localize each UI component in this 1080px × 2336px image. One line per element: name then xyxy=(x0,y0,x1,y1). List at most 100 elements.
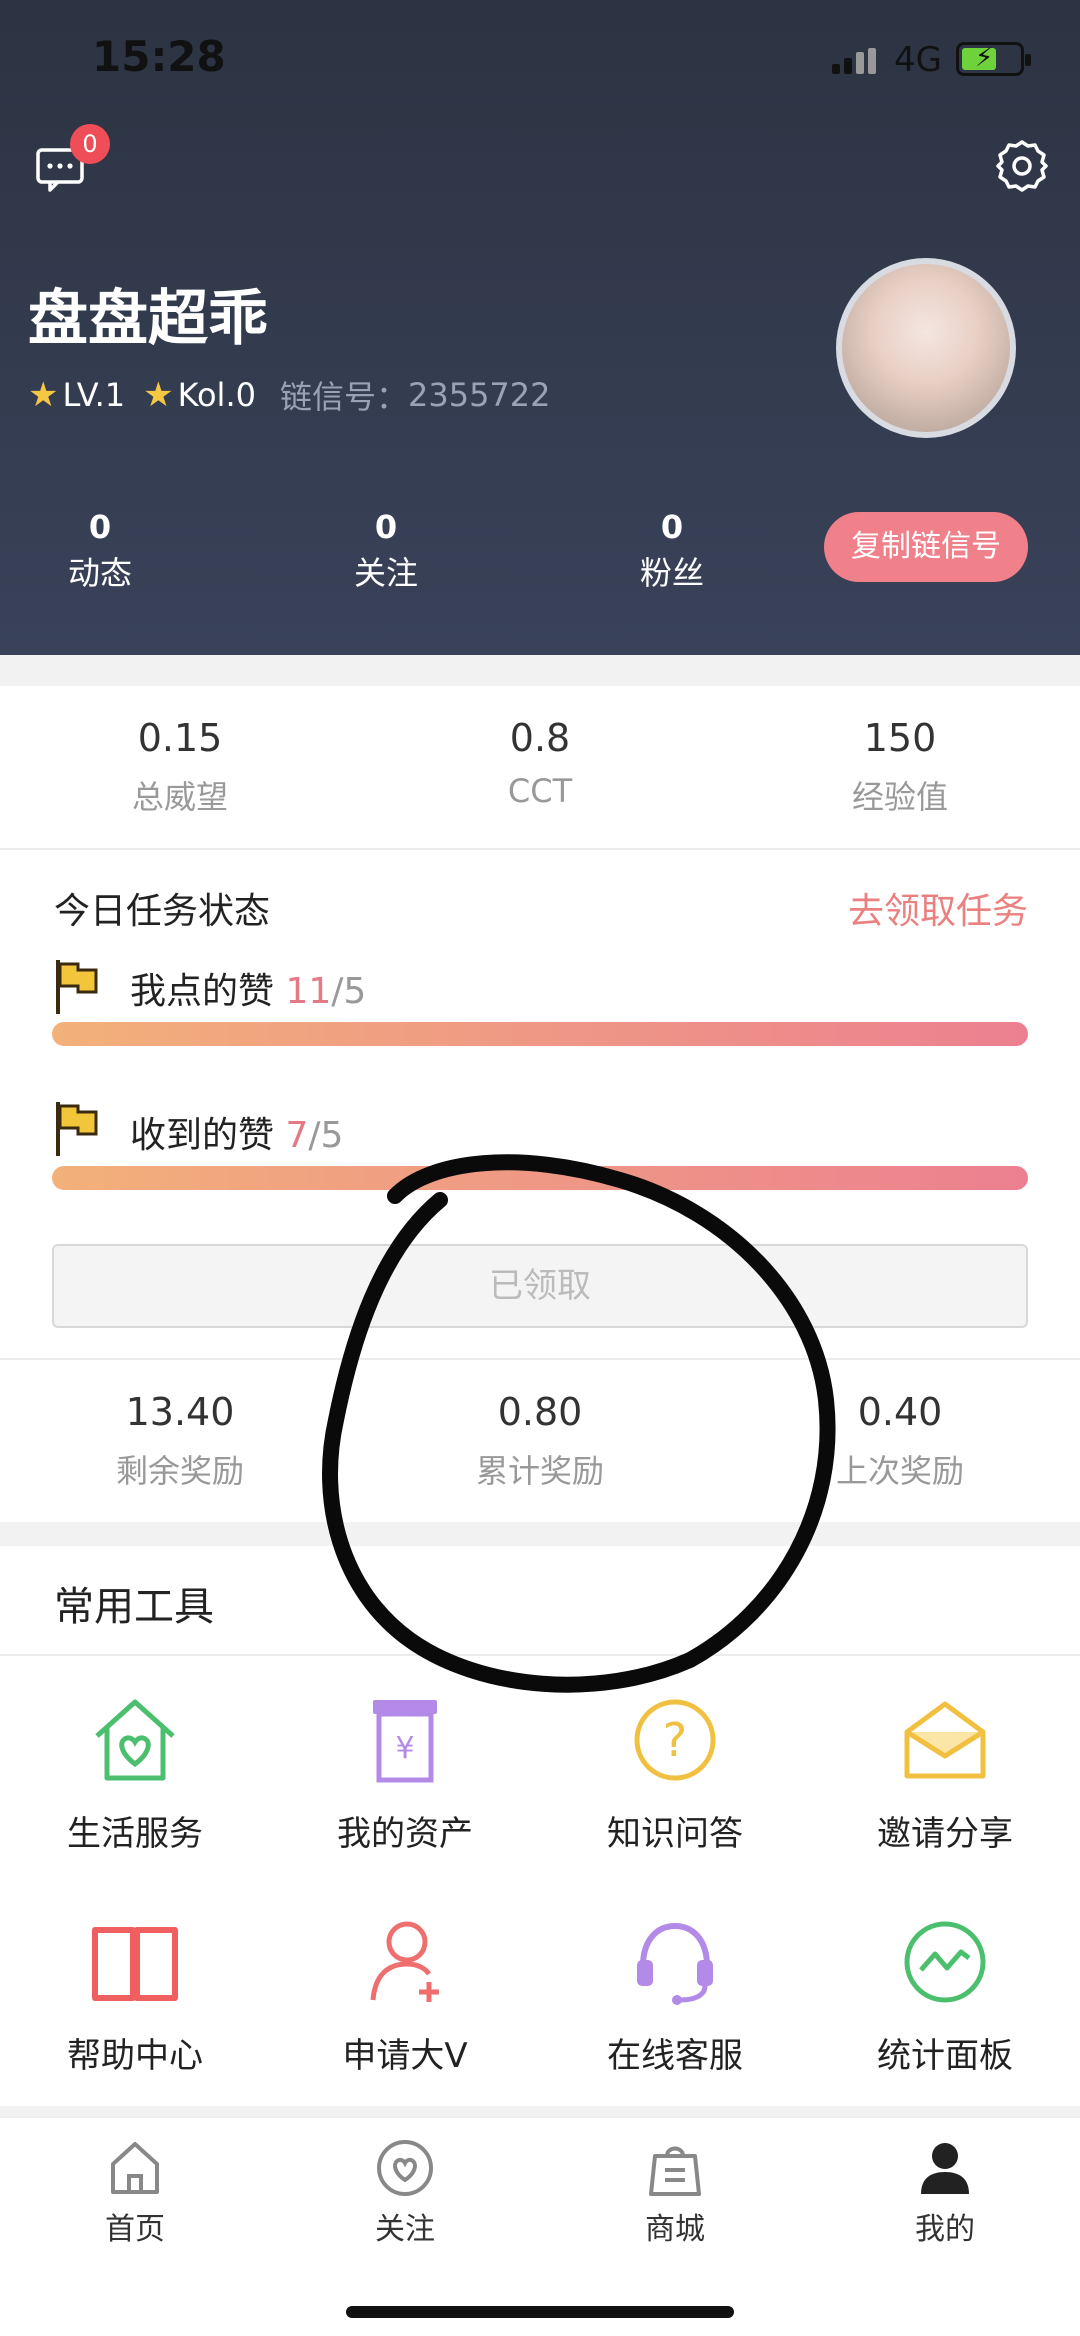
task-progress-bar xyxy=(52,1166,1028,1190)
tool-invite-share[interactable]: 邀请分享 xyxy=(810,1696,1080,1855)
signal-icon xyxy=(832,48,876,74)
tool-label: 我的资产 xyxy=(337,1814,473,1854)
tool-help-center[interactable]: 帮助中心 xyxy=(0,1918,270,2077)
tool-label: 申请大V xyxy=(342,2036,468,2076)
copy-chain-id-button[interactable]: 复制链信号 xyxy=(824,512,1028,582)
tab-me[interactable]: 我的 xyxy=(810,2138,1080,2248)
chain-id: 2355722 xyxy=(407,376,551,414)
star-icon: ★ xyxy=(143,375,174,415)
tool-online-support[interactable]: 在线客服 xyxy=(540,1918,810,2077)
level-text: LV.1 xyxy=(62,376,126,414)
tool-label: 在线客服 xyxy=(607,2036,743,2076)
stat-value: 0 xyxy=(660,508,684,546)
section-gap xyxy=(0,655,1080,686)
tool-apply-v[interactable]: 申请大V xyxy=(270,1918,540,2077)
reward-last: 0.40 上次奖励 xyxy=(720,1390,1080,1492)
tab-home[interactable]: 首页 xyxy=(0,2138,270,2248)
question-circle-icon: ? xyxy=(634,1699,716,1781)
stat-value: 0 xyxy=(88,508,112,546)
daily-tasks-section: 今日任务状态 去领取任务 我点的赞 11/5 收到的赞 7/5 已领取 xyxy=(0,850,1080,1360)
task-name: 收到的赞 xyxy=(130,1115,275,1156)
metric-prestige: 0.15 总威望 xyxy=(0,716,360,818)
status-time: 15:28 xyxy=(92,32,226,81)
book-icon xyxy=(92,1927,178,2001)
kol-text: Kol.0 xyxy=(177,376,256,414)
gear-icon[interactable] xyxy=(994,138,1050,194)
home-heart-icon xyxy=(95,1699,175,1781)
task-total: /5 xyxy=(331,971,367,1012)
trend-chart-icon xyxy=(904,1921,986,2003)
tab-mall[interactable]: 商城 xyxy=(540,2138,810,2248)
reward-value: 0.80 xyxy=(497,1390,583,1434)
stat-posts[interactable]: 0 动态 xyxy=(0,508,200,594)
profile-page: 15:28 4G ⚡ 0 盘盘超乖 ★ LV.1 ★ Kol.0 链信号： 23… xyxy=(0,0,1080,2336)
envelope-icon xyxy=(904,1701,986,1779)
reward-value: 0.40 xyxy=(857,1390,943,1434)
reward-total: 0.80 累计奖励 xyxy=(360,1390,720,1492)
stat-label: 动态 xyxy=(67,554,132,592)
metric-cct: 0.8 CCT xyxy=(360,716,720,810)
stat-value: 0 xyxy=(374,508,398,546)
reward-label: 上次奖励 xyxy=(835,1452,964,1490)
status-bar: 15:28 4G ⚡ xyxy=(0,0,1080,120)
tool-qa[interactable]: ? 知识问答 xyxy=(540,1696,810,1855)
claimed-button[interactable]: 已领取 xyxy=(52,1244,1028,1328)
shopping-bag-icon xyxy=(649,2146,701,2196)
avatar[interactable] xyxy=(836,258,1016,438)
metric-value: 150 xyxy=(863,716,937,760)
tool-label: 帮助中心 xyxy=(67,2036,203,2076)
tool-label: 邀请分享 xyxy=(877,1814,1013,1854)
tab-label: 首页 xyxy=(105,2212,165,2247)
task-progress-bar xyxy=(52,1022,1028,1046)
metric-experience: 150 经验值 xyxy=(720,716,1080,818)
svg-text:¥: ¥ xyxy=(395,1731,414,1766)
battery-icon: ⚡ xyxy=(956,42,1031,76)
metric-label: 总威望 xyxy=(131,778,228,816)
bottom-tab-bar: 首页 关注 商城 我的 xyxy=(0,2116,1080,2336)
tool-statistics[interactable]: 统计面板 xyxy=(810,1918,1080,2077)
message-badge: 0 xyxy=(70,124,110,164)
tool-life-service[interactable]: 生活服务 xyxy=(0,1696,270,1855)
section-gap xyxy=(0,2106,1080,2116)
tab-follow[interactable]: 关注 xyxy=(270,2138,540,2248)
home-icon xyxy=(111,2142,159,2194)
tasks-title: 今日任务状态 xyxy=(54,891,271,932)
task-current: 11 xyxy=(285,971,332,1012)
flag-icon xyxy=(56,960,98,1014)
rewards-row: 13.40 剩余奖励 0.80 累计奖励 0.40 上次奖励 xyxy=(0,1360,1080,1522)
task-total: /5 xyxy=(308,1115,344,1156)
asset-receipt-icon: ¥ xyxy=(373,1700,437,1783)
tab-label: 关注 xyxy=(375,2212,435,2247)
claim-tasks-link[interactable]: 去领取任务 xyxy=(848,882,1028,934)
reward-value: 13.40 xyxy=(125,1390,235,1434)
tab-label: 商城 xyxy=(645,2212,705,2247)
tool-label: 生活服务 xyxy=(67,1814,203,1854)
level-row: ★ LV.1 ★ Kol.0 链信号： 2355722 xyxy=(28,372,551,418)
chain-label: 链信号： xyxy=(279,378,408,416)
tools-grid: 生活服务 ¥ 我的资产 ? 知识问答 邀请分享 帮助中心 申请大V 在线客服 统… xyxy=(0,1656,1080,2106)
tool-my-assets[interactable]: ¥ 我的资产 xyxy=(270,1696,540,1855)
username: 盘盘超乖 xyxy=(28,284,268,354)
metric-value: 0.15 xyxy=(137,716,223,760)
home-indicator xyxy=(346,2306,734,2318)
reward-label: 剩余奖励 xyxy=(115,1452,244,1490)
profile-header: 15:28 4G ⚡ 0 盘盘超乖 ★ LV.1 ★ Kol.0 链信号： 23… xyxy=(0,0,1080,655)
tool-label: 统计面板 xyxy=(877,2036,1013,2076)
network-type: 4G xyxy=(894,40,942,80)
flag-icon xyxy=(56,1102,98,1156)
tools-header: 常用工具 xyxy=(0,1546,1080,1656)
add-user-icon xyxy=(370,1921,439,2002)
tab-label: 我的 xyxy=(915,2212,975,2247)
stat-fans[interactable]: 0 粉丝 xyxy=(572,508,772,594)
metric-value: 0.8 xyxy=(509,716,571,760)
heart-icon xyxy=(377,2140,433,2196)
user-icon xyxy=(921,2143,969,2194)
stat-label: 粉丝 xyxy=(639,554,704,592)
stat-following[interactable]: 0 关注 xyxy=(286,508,486,594)
reward-label: 累计奖励 xyxy=(475,1452,604,1490)
task-label: 收到的赞 7/5 xyxy=(130,1106,343,1158)
task-name: 我点的赞 xyxy=(130,971,275,1012)
metric-label: CCT xyxy=(507,772,573,810)
star-icon: ★ xyxy=(28,375,59,415)
metrics-row: 0.15 总威望 0.8 CCT 150 经验值 xyxy=(0,686,1080,848)
